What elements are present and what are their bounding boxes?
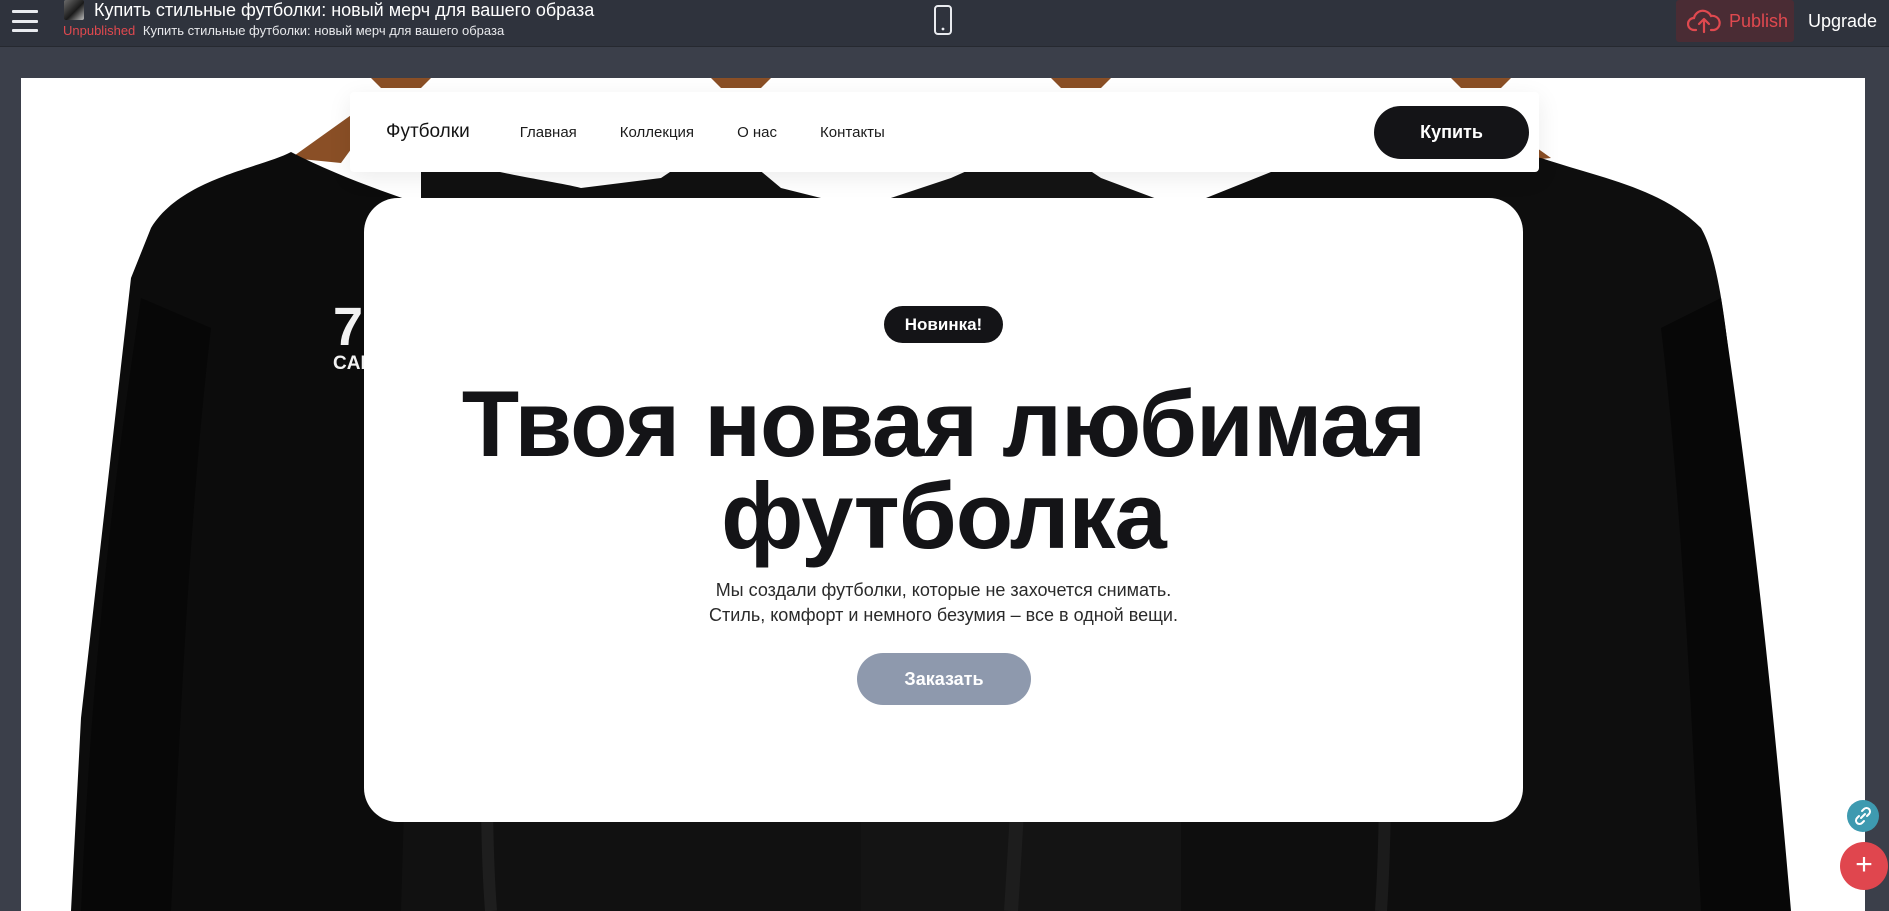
publish-status: Unpublished — [63, 23, 136, 38]
nav-link-about[interactable]: О нас — [737, 124, 777, 141]
page-title: Купить стильные футболки: новый мерч для… — [94, 0, 595, 20]
hero-description-line-1: Мы создали футболки, которые не захочетс… — [715, 580, 1172, 600]
cloud-upload-icon — [1687, 9, 1721, 34]
site-brand[interactable]: Футболки — [386, 121, 470, 143]
hero-description: Мы создали футболки, которые не захочетс… — [364, 578, 1523, 628]
hero-headline-line-1: Твоя новая любимая — [461, 371, 1427, 476]
new-badge: Новинка! — [884, 306, 1003, 343]
nav-link-home[interactable]: Главная — [520, 124, 577, 141]
site-thumbnail — [64, 0, 84, 20]
mobile-phone-icon[interactable] — [932, 4, 954, 36]
publish-label: Publish — [1729, 10, 1789, 31]
hero-headline-line-2: футболка — [721, 463, 1167, 568]
nav-links: Главная Коллекция О нас Контакты — [520, 124, 885, 141]
menu-icon[interactable] — [12, 8, 38, 34]
nav-link-collection[interactable]: Коллекция — [620, 124, 694, 141]
site-navbar: Футболки Главная Коллекция О нас Контакт… — [350, 92, 1539, 172]
hero-headline: Твоя новая любимая футболка — [364, 371, 1523, 568]
plus-icon: + — [1855, 848, 1873, 881]
nav-link-contacts[interactable]: Контакты — [820, 124, 885, 141]
editor-topbar: Купить стильные футболки: новый мерч для… — [0, 0, 1889, 47]
publish-button[interactable]: Publish — [1676, 0, 1794, 42]
order-button[interactable]: Заказать — [857, 653, 1031, 705]
buy-button[interactable]: Купить — [1374, 105, 1529, 159]
page-path[interactable]: Купить стильные футболки: новый мерч для… — [143, 23, 504, 38]
page-canvas: 7 CAL Футболки Главная Коллекция О нас К… — [21, 78, 1865, 911]
link-icon[interactable] — [1847, 800, 1879, 832]
hero-description-line-2: Стиль, комфорт и немного безумия – все в… — [709, 605, 1178, 625]
upgrade-button[interactable]: Upgrade — [1808, 0, 1877, 42]
add-block-button[interactable]: + — [1840, 842, 1888, 890]
page-subtitle: Unpublished Купить стильные футболки: но… — [63, 23, 504, 39]
hero-card: Новинка! Твоя новая любимая футболка Мы … — [364, 198, 1523, 822]
